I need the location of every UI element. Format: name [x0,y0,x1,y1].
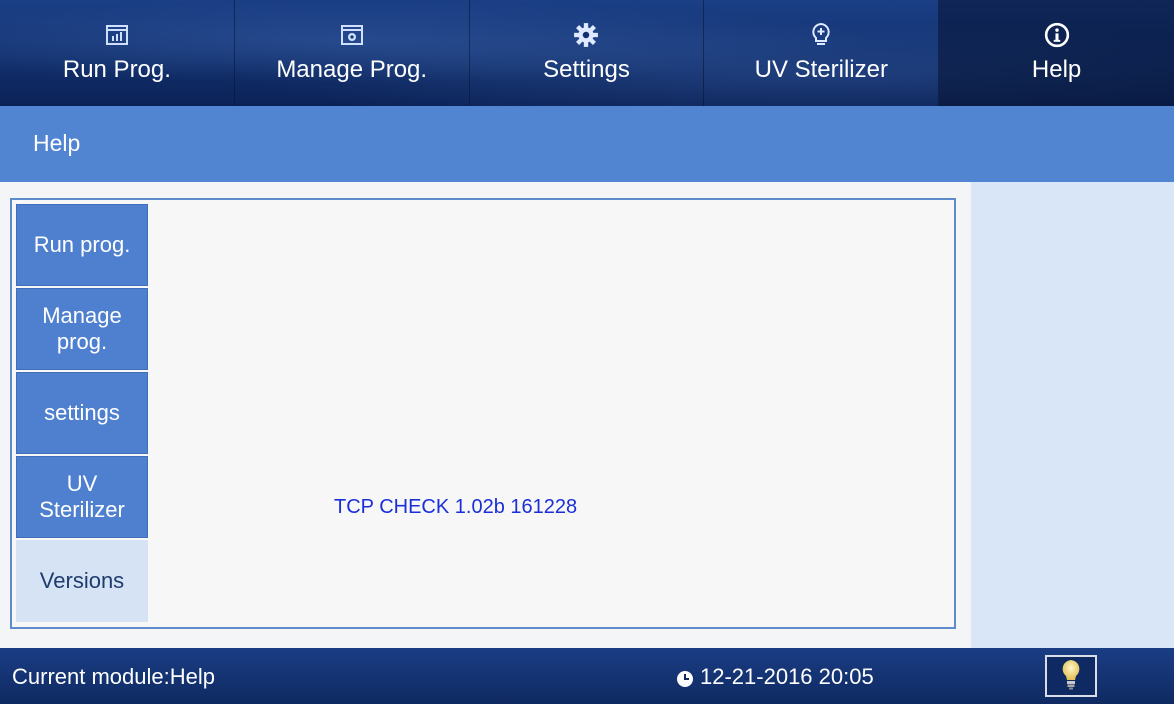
clock-icon [676,668,694,687]
tab-settings[interactable]: Settings [470,0,705,106]
tab-label: Manage Prog. [276,56,428,83]
side-item-uv-sterilizer[interactable]: UV Sterilizer [16,456,148,538]
status-bar: Current module:Help 12-21-2016 20:05 [0,648,1174,704]
help-side-menu: Run prog. Manage prog. settings UV Steri… [16,204,149,624]
gear-icon [573,22,599,48]
info-icon [1044,22,1070,48]
section-title-bar: Help [0,106,1174,182]
right-panel [971,182,1174,648]
clock: 12-21-2016 20:05 [676,664,874,690]
chart-icon [104,22,130,48]
tab-label: Settings [543,56,630,83]
light-button[interactable] [1045,655,1097,697]
current-module-text: Current module:Help [12,664,215,689]
tab-manage-prog[interactable]: Manage Prog. [235,0,470,106]
side-item-manage-prog[interactable]: Manage prog. [16,288,148,370]
tab-label: Run Prog. [62,56,171,83]
page-title: Help [33,130,81,156]
tab-label: Help [1031,56,1082,83]
datetime-text: 12-21-2016 20:05 [700,664,874,689]
tab-run-prog[interactable]: Run Prog. [0,0,235,106]
tab-help[interactable]: Help [939,0,1174,106]
tab-label: UV Sterilizer [754,56,888,83]
side-item-settings[interactable]: settings [16,372,148,454]
bulb-plus-icon [808,22,834,48]
side-item-versions[interactable]: Versions [16,540,148,622]
lightbulb-icon [1060,658,1082,695]
version-text: TCP CHECK 1.02b 161228 [334,496,578,518]
tab-uv-sterilizer[interactable]: UV Sterilizer [704,0,940,106]
top-navigation: Run Prog. Manage Prog. Settings UV Steri… [0,0,1174,106]
calendar-gear-icon [339,22,365,48]
side-item-run-prog[interactable]: Run prog. [16,204,148,286]
content-panel [10,198,956,629]
